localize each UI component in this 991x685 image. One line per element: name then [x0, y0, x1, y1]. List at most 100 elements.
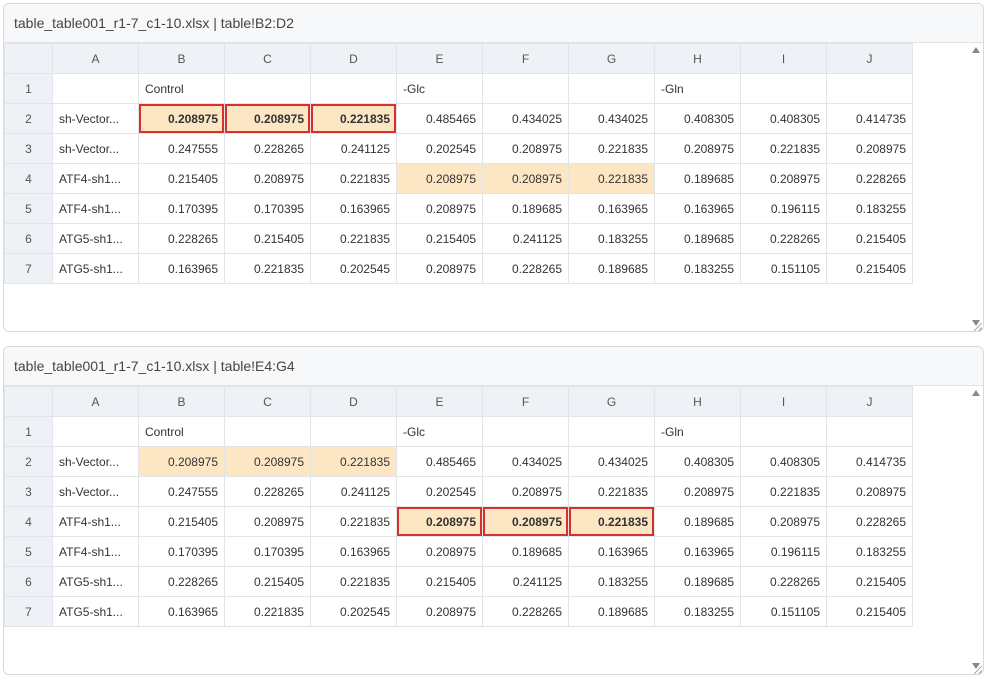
cell-j5[interactable]: 0.183255: [826, 536, 913, 567]
cell-h5[interactable]: 0.163965: [654, 536, 741, 567]
cell-h7[interactable]: 0.183255: [654, 253, 741, 284]
row-header-4[interactable]: 4: [4, 163, 53, 194]
cell-i2[interactable]: 0.408305: [740, 446, 827, 477]
row-header-5[interactable]: 5: [4, 193, 53, 224]
cell-h6[interactable]: 0.189685: [654, 566, 741, 597]
cell-i1[interactable]: [740, 73, 827, 104]
cell-g3[interactable]: 0.221835: [568, 476, 655, 507]
cell-e5[interactable]: 0.208975: [396, 536, 483, 567]
cell-c4[interactable]: 0.208975: [224, 163, 311, 194]
cell-a6[interactable]: ATG5-sh1...: [52, 223, 139, 254]
cell-d6[interactable]: 0.221835: [310, 566, 397, 597]
cell-d6[interactable]: 0.221835: [310, 223, 397, 254]
cell-f1[interactable]: [482, 73, 569, 104]
cell-e1[interactable]: -Glc: [396, 73, 483, 104]
cell-c5[interactable]: 0.170395: [224, 193, 311, 224]
cell-a7[interactable]: ATG5-sh1...: [52, 596, 139, 627]
cell-b2[interactable]: 0.208975: [138, 103, 225, 134]
cell-h3[interactable]: 0.208975: [654, 133, 741, 164]
cell-i7[interactable]: 0.151105: [740, 596, 827, 627]
column-header-f[interactable]: F: [482, 43, 569, 74]
cell-f1[interactable]: [482, 416, 569, 447]
cell-j5[interactable]: 0.183255: [826, 193, 913, 224]
cell-c4[interactable]: 0.208975: [224, 506, 311, 537]
cell-i5[interactable]: 0.196115: [740, 536, 827, 567]
row-header-1[interactable]: 1: [4, 73, 53, 104]
cell-d4[interactable]: 0.221835: [310, 163, 397, 194]
cell-f6[interactable]: 0.241125: [482, 566, 569, 597]
cell-j3[interactable]: 0.208975: [826, 133, 913, 164]
cell-a7[interactable]: ATG5-sh1...: [52, 253, 139, 284]
cell-f3[interactable]: 0.208975: [482, 476, 569, 507]
cell-a3[interactable]: sh-Vector...: [52, 476, 139, 507]
cell-h5[interactable]: 0.163965: [654, 193, 741, 224]
row-header-2[interactable]: 2: [4, 446, 53, 477]
cell-b1[interactable]: Control: [138, 73, 225, 104]
cell-j7[interactable]: 0.215405: [826, 596, 913, 627]
cell-j1[interactable]: [826, 416, 913, 447]
grid-viewport[interactable]: ABCDEFGHIJ 1 Control -Glc -Gln 2 sh-Vector...…: [4, 43, 983, 331]
cell-j2[interactable]: 0.414735: [826, 446, 913, 477]
cell-b4[interactable]: 0.215405: [138, 506, 225, 537]
cell-d2[interactable]: 0.221835: [310, 103, 397, 134]
column-header-h[interactable]: H: [654, 386, 741, 417]
cell-c6[interactable]: 0.215405: [224, 566, 311, 597]
cell-i6[interactable]: 0.228265: [740, 223, 827, 254]
cell-b5[interactable]: 0.170395: [138, 536, 225, 567]
cell-e3[interactable]: 0.202545: [396, 133, 483, 164]
cell-b1[interactable]: Control: [138, 416, 225, 447]
cell-g4[interactable]: 0.221835: [568, 506, 655, 537]
cell-f2[interactable]: 0.434025: [482, 446, 569, 477]
cell-i6[interactable]: 0.228265: [740, 566, 827, 597]
cell-e2[interactable]: 0.485465: [396, 446, 483, 477]
column-header-i[interactable]: I: [740, 43, 827, 74]
row-header-7[interactable]: 7: [4, 253, 53, 284]
column-header-g[interactable]: G: [568, 43, 655, 74]
cell-b5[interactable]: 0.170395: [138, 193, 225, 224]
cell-h6[interactable]: 0.189685: [654, 223, 741, 254]
cell-h2[interactable]: 0.408305: [654, 446, 741, 477]
cell-e4[interactable]: 0.208975: [396, 506, 483, 537]
scroll-up-arrow-icon[interactable]: [972, 47, 980, 53]
cell-c7[interactable]: 0.221835: [224, 253, 311, 284]
row-header-5[interactable]: 5: [4, 536, 53, 567]
cell-b7[interactable]: 0.163965: [138, 253, 225, 284]
cell-g5[interactable]: 0.163965: [568, 536, 655, 567]
cell-c3[interactable]: 0.228265: [224, 476, 311, 507]
cell-i3[interactable]: 0.221835: [740, 476, 827, 507]
cell-i4[interactable]: 0.208975: [740, 163, 827, 194]
cell-g5[interactable]: 0.163965: [568, 193, 655, 224]
cell-d4[interactable]: 0.221835: [310, 506, 397, 537]
row-header-3[interactable]: 3: [4, 476, 53, 507]
cell-g3[interactable]: 0.221835: [568, 133, 655, 164]
scroll-up-arrow-icon[interactable]: [972, 390, 980, 396]
row-header-6[interactable]: 6: [4, 223, 53, 254]
cell-e6[interactable]: 0.215405: [396, 223, 483, 254]
cell-b4[interactable]: 0.215405: [138, 163, 225, 194]
cell-f5[interactable]: 0.189685: [482, 193, 569, 224]
cell-e7[interactable]: 0.208975: [396, 253, 483, 284]
cell-d7[interactable]: 0.202545: [310, 253, 397, 284]
cell-c2[interactable]: 0.208975: [224, 103, 311, 134]
cell-h1[interactable]: -Gln: [654, 73, 741, 104]
cell-i7[interactable]: 0.151105: [740, 253, 827, 284]
column-header-c[interactable]: C: [224, 386, 311, 417]
cell-a6[interactable]: ATG5-sh1...: [52, 566, 139, 597]
cell-e2[interactable]: 0.485465: [396, 103, 483, 134]
corner-cell[interactable]: [4, 386, 53, 417]
cell-d2[interactable]: 0.221835: [310, 446, 397, 477]
cell-h7[interactable]: 0.183255: [654, 596, 741, 627]
cell-f4[interactable]: 0.208975: [482, 506, 569, 537]
cell-j6[interactable]: 0.215405: [826, 223, 913, 254]
column-header-c[interactable]: C: [224, 43, 311, 74]
cell-j7[interactable]: 0.215405: [826, 253, 913, 284]
cell-g4[interactable]: 0.221835: [568, 163, 655, 194]
cell-e7[interactable]: 0.208975: [396, 596, 483, 627]
cell-f4[interactable]: 0.208975: [482, 163, 569, 194]
cell-g6[interactable]: 0.183255: [568, 223, 655, 254]
cell-c6[interactable]: 0.215405: [224, 223, 311, 254]
cell-h4[interactable]: 0.189685: [654, 163, 741, 194]
cell-d3[interactable]: 0.241125: [310, 133, 397, 164]
column-header-j[interactable]: J: [826, 386, 913, 417]
cell-f3[interactable]: 0.208975: [482, 133, 569, 164]
